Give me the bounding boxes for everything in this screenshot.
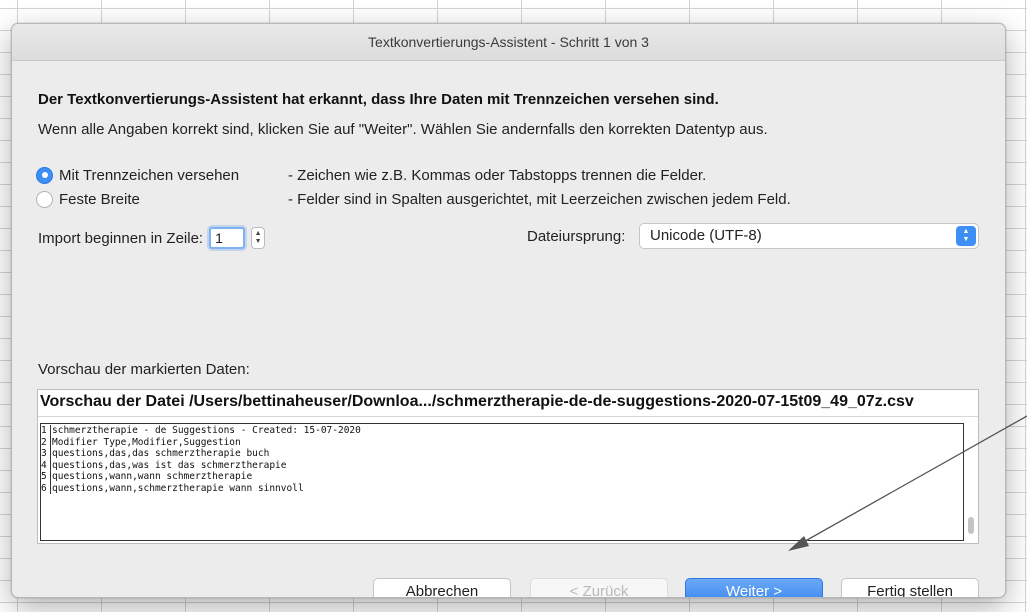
- dialog-title: Textkonvertierungs-Assistent - Schritt 1…: [12, 24, 1005, 61]
- preview-section-label: Vorschau der markierten Daten:: [38, 361, 250, 378]
- preview-pane[interactable]: Vorschau der Datei /Users/bettinaheuser/…: [37, 389, 979, 544]
- preview-line-number: 6: [41, 482, 51, 494]
- preview-line-text: questions,wann,schmerztherapie wann sinn…: [52, 482, 304, 494]
- preview-data-area[interactable]: 1 schmerztherapie - de Suggestions - Crea…: [40, 423, 964, 541]
- radio-fixed-width[interactable]: [36, 190, 53, 208]
- start-row-input[interactable]: 1: [209, 227, 246, 249]
- preview-line-number: 1: [41, 425, 51, 437]
- preview-line-number: 2: [41, 436, 51, 448]
- preview-scrollbar[interactable]: [965, 423, 977, 541]
- option-delimited[interactable]: Mit Trennzeichen versehen - Zeichen wie …: [36, 164, 706, 186]
- option-fixed-width-label: Feste Breite: [59, 190, 140, 208]
- preview-line: 4 questions,das,was ist das schmerztherap…: [41, 459, 361, 471]
- start-row-label: Import beginnen in Zeile:: [38, 229, 204, 247]
- back-button[interactable]: < Zurück: [530, 578, 668, 597]
- select-chevron-icon: ▲ ▼: [956, 226, 976, 246]
- preview-line-text: schmerztherapie - de Suggestions - Creat…: [52, 425, 361, 436]
- radio-delimited[interactable]: [36, 166, 53, 184]
- start-row-stepper[interactable]: ▲ ▼: [251, 227, 266, 249]
- preview-line: 6 questions,wann,schmerztherapie wann sin…: [41, 482, 361, 494]
- preview-line-number: 3: [41, 448, 51, 460]
- cancel-button[interactable]: Abbrechen: [373, 578, 511, 597]
- start-row-control: Import beginnen in Zeile: 1 ▲ ▼: [38, 224, 266, 252]
- option-delimited-description: - Zeichen wie z.B. Kommas oder Tabstopps…: [288, 166, 707, 184]
- preview-line-text: questions,das,was ist das schmerztherapi…: [52, 459, 287, 471]
- preview-line-number: 4: [41, 459, 51, 471]
- preview-line: 2 Modifier Type,Modifier,Suggestion: [41, 436, 361, 448]
- preview-file-title: Vorschau der Datei /Users/bettinaheuser/…: [38, 390, 978, 417]
- option-delimited-label: Mit Trennzeichen versehen: [59, 166, 240, 184]
- detection-heading: Der Textkonvertierungs-Assistent hat erk…: [38, 91, 719, 108]
- preview-line-text: questions,wann,wann schmerztherapie: [52, 471, 253, 482]
- preview-line-number: 5: [41, 471, 51, 483]
- file-origin-value: Unicode (UTF-8): [650, 227, 762, 244]
- preview-lines: 1 schmerztherapie - de Suggestions - Crea…: [41, 425, 361, 494]
- instruction-text: Wenn alle Angaben korrekt sind, klicken …: [38, 121, 768, 138]
- preview-line: 3 questions,das,das schmerztherapie buch: [41, 448, 361, 460]
- preview-line: 5 questions,wann,wann schmerztherapie: [41, 471, 361, 483]
- file-origin-select[interactable]: Unicode (UTF-8) ▲ ▼: [639, 223, 979, 249]
- next-button[interactable]: Weiter >: [685, 578, 823, 597]
- preview-line-text: questions,das,das schmerztherapie buch: [52, 448, 270, 459]
- stepper-down-icon[interactable]: ▼: [255, 238, 262, 246]
- finish-button[interactable]: Fertig stellen: [841, 578, 979, 597]
- preview-scrollbar-thumb[interactable]: [968, 517, 974, 534]
- preview-line: 1 schmerztherapie - de Suggestions - Crea…: [41, 425, 361, 437]
- option-fixed-width-description: - Felder sind in Spalten ausgerichtet, m…: [288, 190, 791, 208]
- stepper-up-icon[interactable]: ▲: [255, 230, 262, 238]
- file-origin-label: Dateiursprung:: [527, 228, 626, 245]
- dialog-content: Der Textkonvertierungs-Assistent hat erk…: [12, 61, 1005, 597]
- preview-line-text: Modifier Type,Modifier,Suggestion: [52, 436, 241, 448]
- text-import-wizard-dialog: Textkonvertierungs-Assistent - Schritt 1…: [11, 23, 1006, 598]
- option-fixed-width[interactable]: Feste Breite - Felder sind in Spalten au…: [36, 188, 791, 210]
